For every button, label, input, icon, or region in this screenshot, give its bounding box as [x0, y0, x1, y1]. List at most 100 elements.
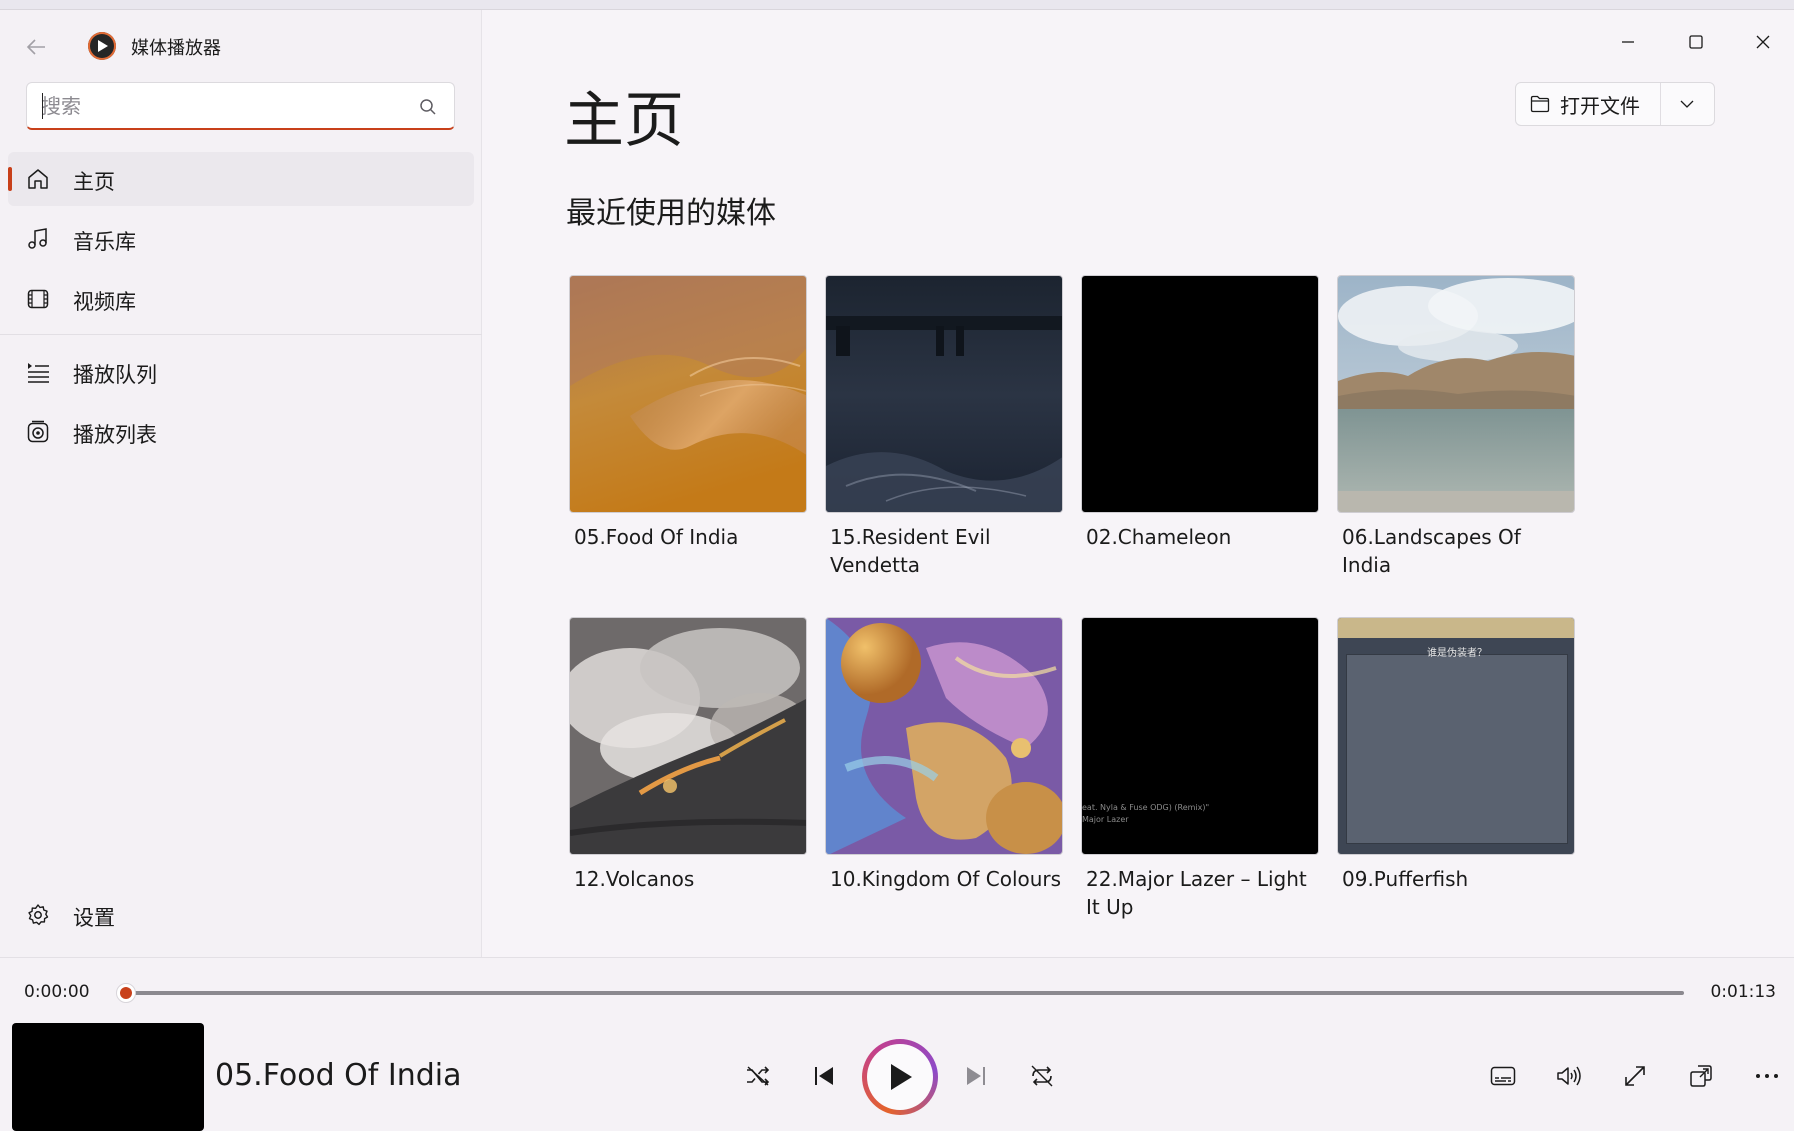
mini-player-icon	[1690, 1065, 1712, 1087]
music-note-icon	[28, 228, 47, 249]
volume-button[interactable]	[1548, 1055, 1590, 1097]
media-title: 06.Landscapes Of India	[1342, 525, 1521, 577]
shuffle-icon	[747, 1066, 770, 1086]
active-indicator	[8, 167, 12, 191]
sidebar-item-play-queue[interactable]: 播放队列	[8, 345, 474, 399]
play-icon	[891, 1064, 912, 1090]
media-tile[interactable]: 10.Kingdom Of Colours	[825, 617, 1063, 893]
media-player-window: 媒体播放器 主页 音乐库 视频库 播放队列 播放列表	[0, 9, 1794, 1131]
media-tile[interactable]: 12.Volcanos	[569, 617, 807, 893]
close-button[interactable]	[1740, 24, 1786, 60]
media-thumbnail	[825, 275, 1063, 513]
sidebar-item-video-library[interactable]: 视频库	[8, 272, 474, 326]
mini-player-button[interactable]	[1680, 1055, 1722, 1097]
media-title: 02.Chameleon	[1086, 525, 1232, 549]
minimize-icon	[1622, 41, 1634, 43]
playlist-icon	[27, 420, 49, 443]
app-logo-icon	[88, 32, 116, 60]
sidebar-item-label: 播放列表	[73, 423, 157, 447]
sidebar-item-label: 主页	[73, 170, 115, 194]
chevron-down-icon	[1680, 100, 1694, 108]
media-tile[interactable]: 06.Landscapes Of India	[1337, 275, 1575, 579]
section-title: 最近使用的媒体	[566, 196, 776, 231]
home-icon	[28, 169, 48, 189]
folder-icon	[1530, 95, 1550, 113]
media-tile[interactable]: 02.Chameleon	[1081, 275, 1319, 551]
media-thumbnail: 谁是伪装者？	[1337, 617, 1575, 855]
queue-icon	[28, 363, 49, 383]
sidebar-item-music-library[interactable]: 音乐库	[8, 212, 474, 266]
maximize-icon	[1689, 35, 1703, 49]
video-icon	[27, 289, 49, 309]
total-time: 0:01:13	[1710, 982, 1776, 1002]
sidebar-item-home[interactable]: 主页	[8, 152, 474, 206]
media-tile[interactable]: 15.Resident Evil Vendetta	[825, 275, 1063, 579]
search-box[interactable]	[26, 82, 455, 130]
media-tile[interactable]: 05.Food Of India	[569, 275, 807, 551]
seek-bar[interactable]	[124, 991, 1684, 995]
media-tile[interactable]: 谁是伪装者？ 09.Pufferfish	[1337, 617, 1575, 893]
close-icon	[1756, 35, 1770, 49]
media-thumbnail	[569, 617, 807, 855]
play-button-inner	[867, 1044, 933, 1110]
volume-icon	[1557, 1066, 1581, 1086]
minimize-button[interactable]	[1605, 24, 1651, 60]
search-icon[interactable]	[418, 97, 438, 117]
open-file-label: 打开文件	[1560, 93, 1640, 118]
player-bar: 0:00:00 0:01:13 05.Food Of India	[0, 957, 1794, 1131]
back-arrow-icon	[26, 39, 45, 55]
media-title: 10.Kingdom Of Colours	[830, 867, 1062, 891]
captions-icon	[1490, 1066, 1516, 1086]
now-playing-title: 05.Food Of India	[215, 1058, 462, 1093]
media-title: 05.Food Of India	[574, 525, 739, 549]
media-thumbnail	[825, 617, 1063, 855]
repeat-off-icon	[1031, 1065, 1053, 1087]
game-screenshot-image	[1346, 654, 1568, 844]
title-bar: 媒体播放器	[0, 10, 482, 80]
media-thumbnail: eat. Nyla & Fuse ODG) (Remix)" Major Laz…	[1081, 617, 1319, 855]
shuffle-button[interactable]	[737, 1055, 779, 1097]
open-file-dropdown-button[interactable]	[1661, 99, 1714, 109]
game-topbar	[1338, 618, 1574, 638]
sidebar-item-playlists[interactable]: 播放列表	[8, 405, 474, 459]
fullscreen-button[interactable]	[1614, 1055, 1656, 1097]
now-playing-thumbnail[interactable]	[12, 1023, 204, 1131]
search-input[interactable]	[41, 91, 401, 121]
media-title: 15.Resident Evil Vendetta	[830, 525, 991, 577]
previous-button[interactable]	[803, 1055, 845, 1097]
seek-thumb[interactable]	[116, 983, 136, 1003]
open-file-button[interactable]: 打开文件	[1516, 83, 1661, 125]
app-title: 媒体播放器	[131, 38, 221, 59]
more-options-button[interactable]	[1746, 1055, 1788, 1097]
current-time: 0:00:00	[24, 982, 90, 1002]
play-button[interactable]	[862, 1039, 938, 1115]
skip-next-icon	[967, 1067, 985, 1085]
media-title: 12.Volcanos	[574, 867, 695, 891]
back-button[interactable]	[18, 32, 54, 62]
media-thumbnail	[1081, 275, 1319, 513]
sidebar-item-label: 设置	[73, 906, 115, 930]
media-title: 22.Major Lazer – Light It Up	[1086, 867, 1307, 919]
media-thumbnail	[569, 275, 807, 513]
game-caption: 谁是伪装者？	[1427, 648, 1487, 659]
fullscreen-icon	[1625, 1066, 1645, 1086]
sidebar-item-settings[interactable]: 设置	[8, 888, 474, 942]
captions-button[interactable]	[1482, 1055, 1524, 1097]
next-button[interactable]	[955, 1055, 997, 1097]
media-thumbnail	[1337, 275, 1575, 513]
repeat-button[interactable]	[1021, 1055, 1063, 1097]
sidebar-divider	[0, 334, 482, 335]
open-file-split-button: 打开文件	[1515, 82, 1715, 126]
media-title: 09.Pufferfish	[1342, 867, 1469, 891]
thumbnail-caption: eat. Nyla & Fuse ODG) (Remix)" Major Laz…	[1082, 803, 1210, 824]
sidebar-item-label: 音乐库	[73, 230, 136, 254]
page-title: 主页	[564, 86, 684, 156]
text-caret	[42, 93, 43, 119]
media-tile[interactable]: eat. Nyla & Fuse ODG) (Remix)" Major Laz…	[1081, 617, 1319, 921]
skip-previous-icon	[815, 1067, 833, 1085]
gear-icon	[28, 904, 49, 926]
sidebar-item-label: 播放队列	[73, 363, 157, 387]
more-icon	[1756, 1074, 1778, 1078]
maximize-button[interactable]	[1673, 24, 1719, 60]
sidebar: 媒体播放器 主页 音乐库 视频库 播放队列 播放列表	[0, 10, 482, 957]
